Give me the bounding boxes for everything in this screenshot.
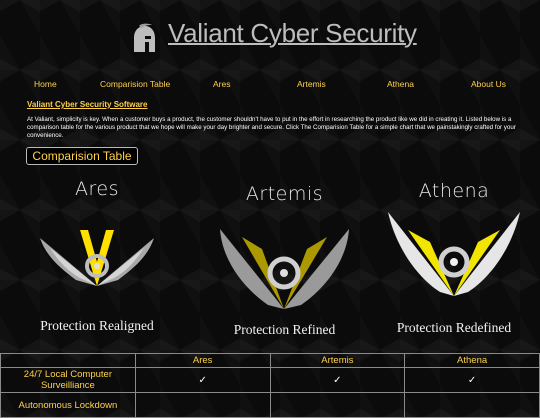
intro-heading-link[interactable]: Valiant Cyber Security Software <box>27 100 148 109</box>
feature-label: Autonomous Lockdown <box>0 392 136 418</box>
intro-paragraph: At Valiant, simplicity is key. When a cu… <box>27 116 516 139</box>
comparison-table: Ares Artemis Athena 24/7 Local Computer … <box>0 353 540 418</box>
nav-artemis[interactable]: Artemis <box>297 79 326 89</box>
product-name: Artemis <box>245 183 324 205</box>
table-cell <box>404 392 540 418</box>
table-header-athena: Athena <box>404 353 540 368</box>
feature-label: 24/7 Local Computer Surveilliance <box>0 367 136 393</box>
winged-shield-emblem-icon <box>220 229 349 309</box>
table-cell <box>269 392 406 418</box>
product-ares[interactable]: Ares Protection Realigned <box>22 178 172 338</box>
product-tagline: Protection Redefined <box>396 320 512 335</box>
product-name: Ares <box>75 178 119 200</box>
nav-ares[interactable]: Ares <box>213 79 230 89</box>
product-tagline: Protection Refined <box>233 322 336 337</box>
winged-shield-emblem-icon <box>388 212 520 296</box>
product-artemis[interactable]: Artemis Protection Refined <box>212 183 357 343</box>
site-header: Valiant Cyber Security <box>0 14 540 56</box>
nav-about-us[interactable]: About Us <box>471 79 506 89</box>
spartan-helmet-icon[interactable] <box>128 22 160 54</box>
site-title-link[interactable]: Valiant Cyber Security <box>168 18 417 49</box>
table-header-empty <box>0 353 136 368</box>
table-row: Autonomous Lockdown <box>0 392 540 418</box>
product-athena[interactable]: Athena Protection Redefined <box>384 180 524 340</box>
table-header-artemis: Artemis <box>269 353 406 368</box>
comparision-table-button[interactable]: Comparision Table <box>26 147 138 165</box>
nav-home[interactable]: Home <box>34 79 57 89</box>
product-name: Athena <box>418 180 490 202</box>
table-row: 24/7 Local Computer Surveilliance ✓ ✓ ✓ <box>0 367 540 393</box>
nav-comparision-table[interactable]: Comparision Table <box>100 79 170 89</box>
table-header-row: Ares Artemis Athena <box>0 353 540 368</box>
table-cell <box>134 392 271 418</box>
main-nav: Home Comparision Table Ares Artemis Athe… <box>0 79 540 93</box>
check-icon: ✓ <box>269 367 406 393</box>
product-tagline: Protection Realigned <box>40 318 154 333</box>
nav-athena[interactable]: Athena <box>387 79 414 89</box>
check-icon: ✓ <box>404 367 540 393</box>
winged-shield-emblem-icon <box>40 230 154 286</box>
table-header-ares: Ares <box>134 353 271 368</box>
check-icon: ✓ <box>134 367 271 393</box>
